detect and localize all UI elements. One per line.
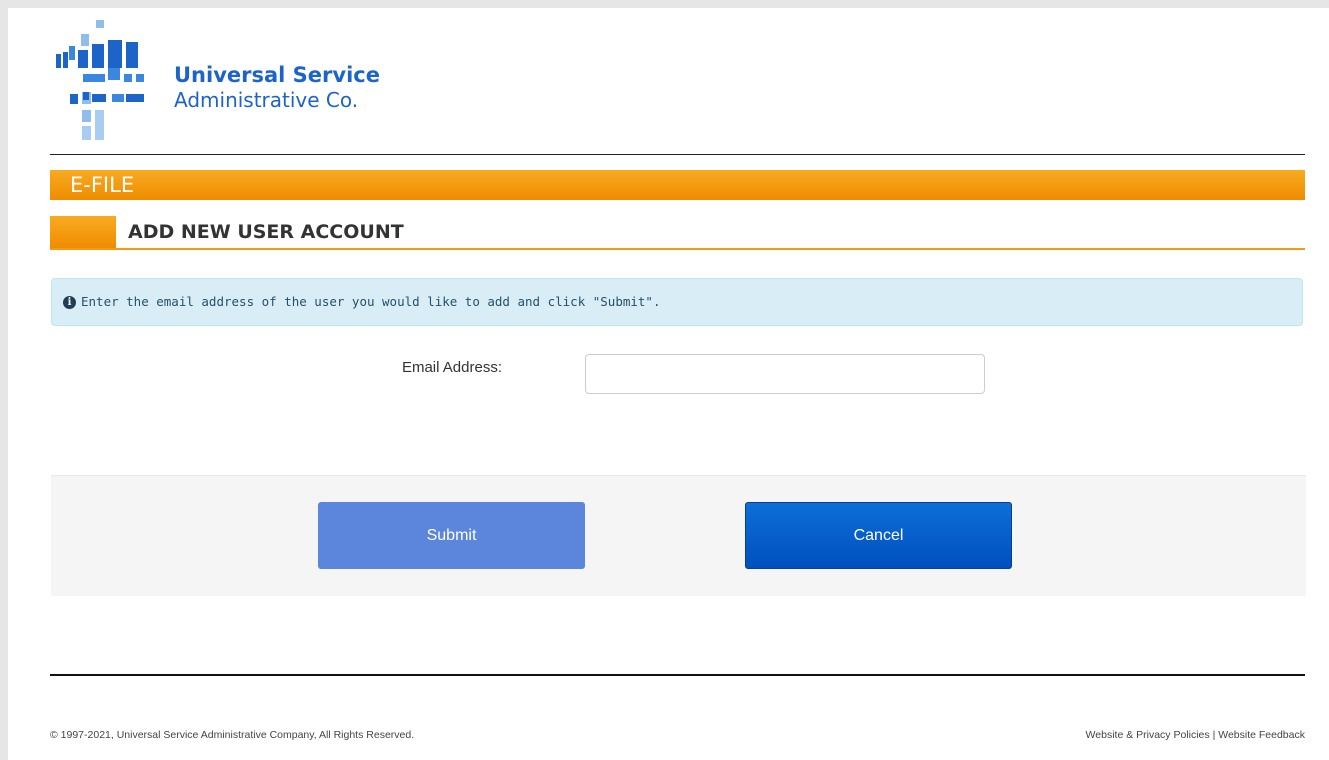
logo-name-line2: Administrative Co. — [174, 88, 359, 112]
info-alert: i Enter the email address of the user yo… — [51, 278, 1303, 326]
logo-name-line1: Universal Service — [174, 63, 380, 87]
email-input[interactable] — [585, 354, 985, 394]
usac-logo: Universal Service Administrative Co. — [46, 14, 426, 144]
alert-message: Enter the email address of the user you … — [81, 294, 661, 309]
footer-separator: | — [1209, 729, 1219, 741]
copyright-text: © 1997-2021, Universal Service Administr… — [50, 729, 415, 741]
efile-title: E-FILE — [70, 173, 135, 197]
section-tab-accent — [50, 216, 116, 248]
submit-button[interactable]: Submit — [318, 502, 585, 569]
logo-text: Universal Service Administrative Co. — [174, 62, 380, 112]
section-header: ADD NEW USER ACCOUNT — [50, 216, 1305, 250]
privacy-policies-link[interactable]: Website & Privacy Policies — [1086, 729, 1210, 741]
footer-links: Website & Privacy Policies | Website Fee… — [1086, 729, 1305, 741]
efile-banner: E-FILE — [50, 170, 1305, 200]
cancel-button[interactable]: Cancel — [745, 502, 1012, 569]
page-title: ADD NEW USER ACCOUNT — [128, 221, 404, 243]
button-panel: Submit Cancel — [51, 475, 1306, 596]
info-circle-icon: i — [63, 296, 76, 309]
page: Universal Service Administrative Co. E-F… — [8, 8, 1329, 760]
footer-divider — [50, 674, 1305, 676]
website-feedback-link[interactable]: Website Feedback — [1218, 729, 1305, 741]
email-label: Email Address: — [401, 359, 502, 376]
header-divider — [50, 154, 1305, 155]
logo-mark-icon — [46, 14, 146, 144]
section-underline — [50, 248, 1305, 250]
